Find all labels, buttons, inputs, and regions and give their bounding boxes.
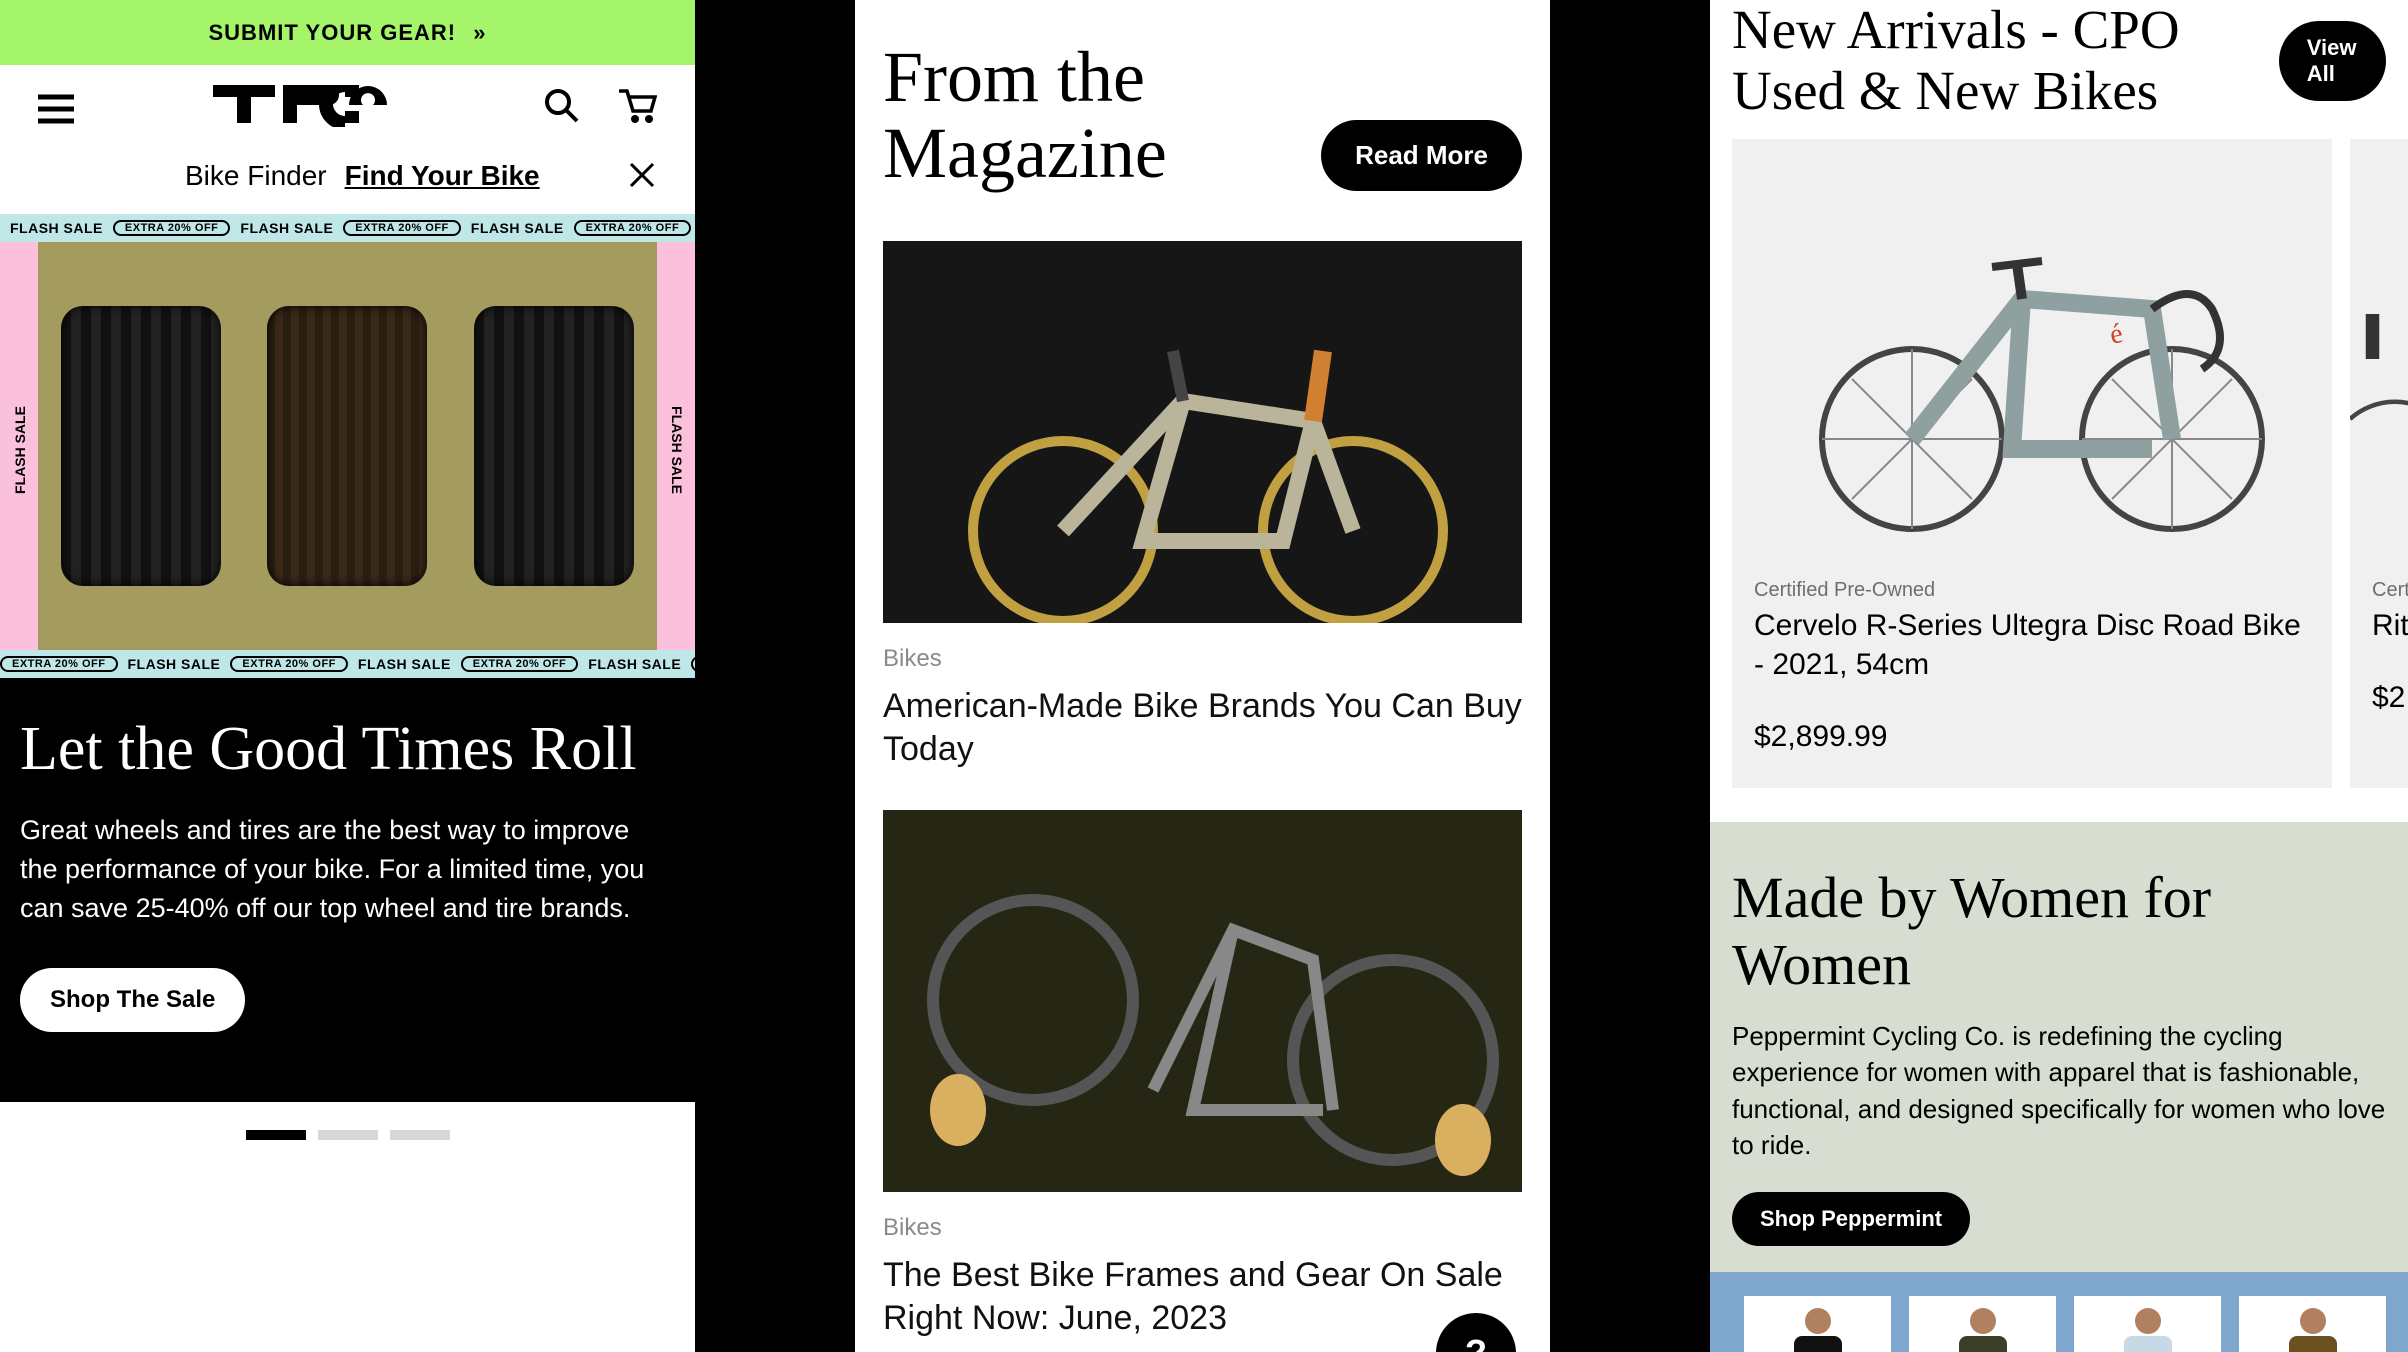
- article-image: [883, 810, 1522, 1192]
- article-title: The Best Bike Frames and Gear On Sale Ri…: [883, 1254, 1522, 1339]
- women-products[interactable]: [1710, 1272, 2408, 1352]
- article-category: Bikes: [883, 1214, 1522, 1242]
- mobile-screen-home: SUBMIT YOUR GEAR! »: [0, 0, 695, 1352]
- product-price: $2,04: [2350, 645, 2408, 725]
- carousel-dots: [0, 1102, 695, 1168]
- flash-sale-ribbon-left: FLASH SALE: [0, 242, 38, 650]
- menu-icon[interactable]: [38, 93, 82, 125]
- product-image: é: [1732, 139, 2332, 579]
- hero-image: FLASH SALEEXTRA 20% OFF FLASH SALEEXTRA …: [0, 214, 695, 678]
- submit-gear-label: SUBMIT YOUR GEAR!: [209, 20, 457, 45]
- logo[interactable]: [82, 85, 543, 132]
- submit-gear-banner[interactable]: SUBMIT YOUR GEAR! »: [0, 0, 695, 65]
- search-icon[interactable]: [543, 87, 581, 130]
- new-arrivals-title: New Arrivals - CPO Used & New Bikes: [1732, 0, 2279, 121]
- article-category: Bikes: [883, 645, 1522, 673]
- product-thumb[interactable]: [2074, 1296, 2221, 1352]
- product-thumb[interactable]: [2239, 1296, 2386, 1352]
- svg-text:é: é: [2107, 318, 2126, 351]
- hero-body: Great wheels and tires are the best way …: [20, 811, 660, 928]
- bike-finder-bar: Bike Finder Find Your Bike: [0, 152, 695, 214]
- tire-image: [61, 306, 221, 586]
- article-card[interactable]: Bikes The Best Bike Frames and Gear On S…: [855, 810, 1550, 1352]
- read-more-button[interactable]: Read More: [1321, 120, 1522, 191]
- women-body: Peppermint Cycling Co. is redefining the…: [1732, 1018, 2386, 1164]
- app-header: [0, 65, 695, 152]
- close-icon[interactable]: [627, 160, 657, 195]
- product-thumb[interactable]: [1909, 1296, 2056, 1352]
- cpo-badge: Certified: [2350, 579, 2408, 602]
- product-name: Cervelo R-Series Ultegra Disc Road Bike …: [1732, 602, 2332, 684]
- cart-icon[interactable]: [617, 87, 657, 130]
- article-title: American-Made Bike Brands You Can Buy To…: [883, 685, 1522, 770]
- hero-text: Let the Good Times Roll Great wheels and…: [0, 678, 695, 1102]
- tire-image: [267, 306, 427, 586]
- shop-peppermint-button[interactable]: Shop Peppermint: [1732, 1192, 1970, 1246]
- product-card[interactable]: é Certified Pre-Owned Cervelo R-Series U…: [1732, 139, 2332, 788]
- mobile-screen-arrivals: New Arrivals - CPO Used & New Bikes View…: [1710, 0, 2408, 1352]
- product-price: $2,899.99: [1732, 684, 2332, 764]
- flash-sale-ribbon-bottom: EXTRA 20% OFFFLASH SALE EXTRA 20% OFFFLA…: [0, 650, 695, 678]
- product-image: [2350, 139, 2408, 579]
- carousel-dot[interactable]: [246, 1130, 306, 1140]
- flash-sale-ribbon-top: FLASH SALEEXTRA 20% OFF FLASH SALEEXTRA …: [0, 214, 695, 242]
- flash-sale-ribbon-right: FLASH SALE: [657, 242, 695, 650]
- carousel-dot[interactable]: [390, 1130, 450, 1140]
- women-title: Made by Women for Women: [1732, 864, 2386, 998]
- carousel-dot[interactable]: [318, 1130, 378, 1140]
- view-all-button[interactable]: View All: [2279, 21, 2386, 101]
- chevron-right-icon: »: [473, 0, 486, 65]
- article-card[interactable]: Bikes American-Made Bike Brands You Can …: [855, 241, 1550, 810]
- shop-sale-button[interactable]: Shop The Sale: [20, 968, 245, 1032]
- article-image: [883, 241, 1522, 623]
- bike-finder-link[interactable]: Find Your Bike: [345, 160, 540, 192]
- product-card[interactable]: Certified Ritch $2,04: [2350, 139, 2408, 788]
- bike-finder-label: Bike Finder: [185, 160, 327, 192]
- hero-title: Let the Good Times Roll: [20, 714, 675, 785]
- mobile-screen-magazine: From the Magazine Read More Bikes Americ…: [855, 0, 1550, 1352]
- tire-image: [474, 306, 634, 586]
- product-thumb[interactable]: [1744, 1296, 1891, 1352]
- product-name: Ritch: [2350, 602, 2408, 645]
- magazine-title: From the Magazine: [883, 40, 1321, 191]
- women-section: Made by Women for Women Peppermint Cycli…: [1710, 822, 2408, 1272]
- cpo-badge: Certified Pre-Owned: [1732, 579, 2332, 602]
- product-carousel[interactable]: é Certified Pre-Owned Cervelo R-Series U…: [1710, 139, 2408, 822]
